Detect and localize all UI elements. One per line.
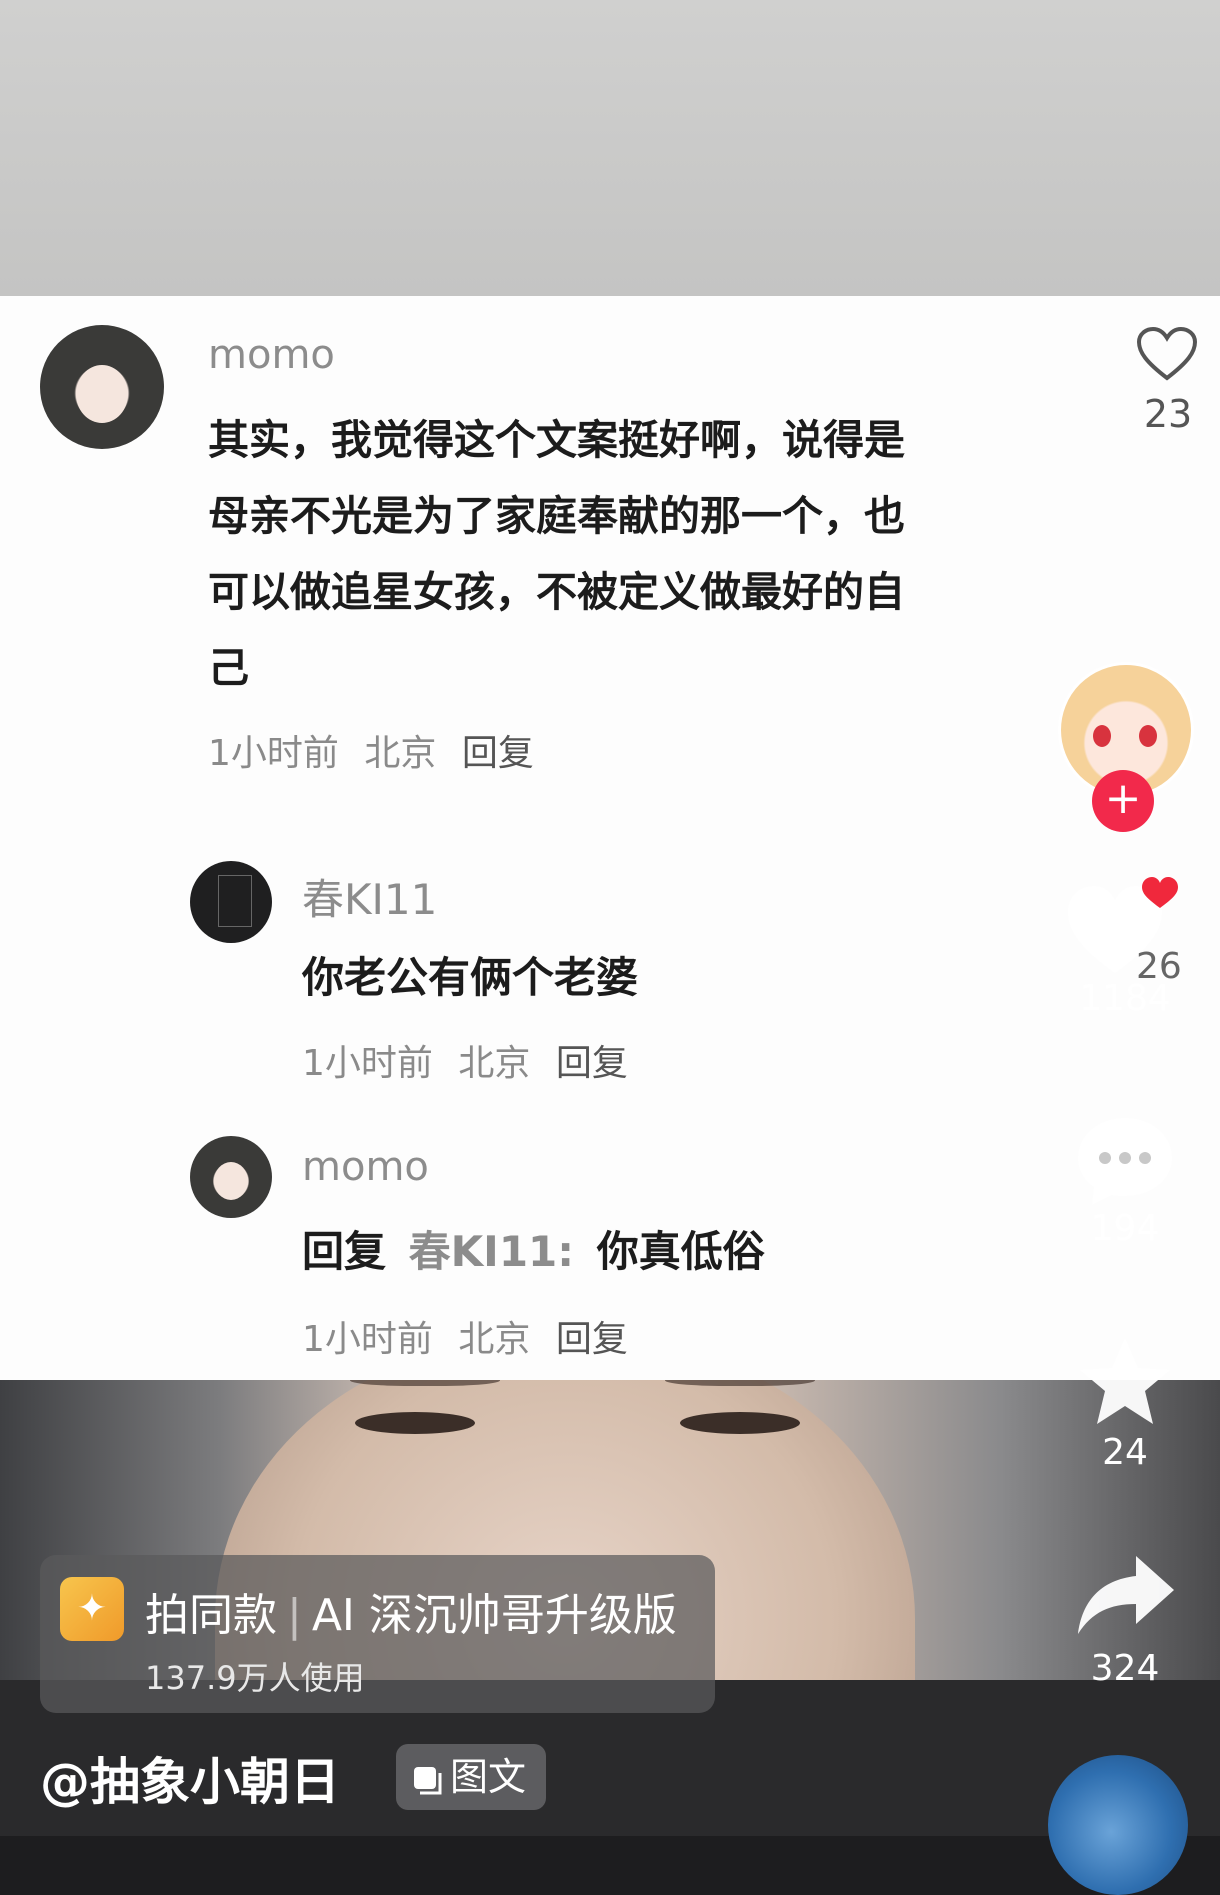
reply-location: 北京 [458,1319,531,1360]
comment-time: 1小时前 [208,733,339,774]
comment-like-button[interactable]: 23 [1136,326,1200,436]
reply-button[interactable]: 回复 [556,1319,628,1360]
avatar[interactable] [40,325,164,449]
comment-text-line: 己 [208,644,249,692]
reply-prefix: 回复 [302,1227,387,1276]
reply-location: 北京 [458,1043,531,1084]
chip-usage: 137.9万人使用 [145,1659,365,1697]
share-arrow-icon [1078,1556,1174,1634]
like-count-overlap: 26 [1136,946,1182,987]
reply-time: 1小时前 [302,1043,433,1084]
comment-text-line: 其实，我觉得这个文案挺好啊，说得是 [208,416,905,464]
comment-text-line: 母亲不光是为了家庭奉献的那一个，也 [208,492,905,540]
left-eye [355,1412,475,1434]
author-handle[interactable]: @抽象小朝日 [40,1742,340,1814]
comment-screenshot-card: momo 其实，我觉得这个文案挺好啊，说得是 母亲不光是为了家庭奉献的那一个，也… [0,296,1220,1380]
avatar[interactable] [190,861,272,943]
star-icon [1080,1338,1170,1424]
reply-username[interactable]: momo [302,1144,429,1190]
comment-text-line: 可以做追星女孩，不被定义做最好的自 [208,568,905,616]
reply-meta: 1小时前 北京 回复 [302,1034,628,1086]
comment-like-count: 23 [1143,392,1193,436]
post-type-tag: 图文 [396,1744,546,1810]
sparkle-icon: ✦ [60,1577,124,1641]
image-text-icon [414,1766,442,1794]
favorite-button[interactable]: 24 [1060,1332,1190,1473]
like-button[interactable]: 26 1184 [1060,868,1190,1019]
reply-text: 回复 春KI11: 你真低俗 [302,1218,765,1279]
chip-title-row: 拍同款 | AI 深沉帅哥升级版 [145,1579,677,1643]
reply-content: 你真低俗 [596,1227,765,1276]
reply-meta: 1小时前 北京 回复 [302,1310,628,1362]
effect-template-chip[interactable]: ✦ 拍同款 | AI 深沉帅哥升级版 137.9万人使用 [40,1555,715,1713]
comment-button[interactable]: 194 [1060,1110,1190,1249]
reply-to-user[interactable]: 春KI11: [409,1227,574,1276]
favorite-count: 24 [1102,1432,1148,1473]
post-type-label: 图文 [450,1755,527,1799]
share-button[interactable]: 324 [1060,1550,1190,1689]
comment-meta: 1小时前 北京 回复 [208,724,534,776]
video-top-band [0,0,1220,296]
heart-outline-icon [1136,326,1198,381]
comment-bubble-icon [1078,1118,1172,1205]
follow-button[interactable]: + [1092,770,1154,832]
reply-button[interactable]: 回复 [462,733,534,774]
creator-avatar-button[interactable]: + [1058,662,1194,832]
right-eye [680,1412,800,1434]
comment-count: 194 [1090,1208,1160,1249]
avatar[interactable] [190,1136,272,1218]
plus-icon: + [1104,773,1142,824]
reply-time: 1小时前 [302,1319,433,1360]
comment-username[interactable]: momo [208,332,335,378]
chip-action-label: 拍同款 [145,1590,277,1641]
comment-location: 北京 [364,733,437,774]
chip-separator: | [287,1590,302,1641]
reply-text: 你老公有俩个老婆 [302,953,639,1002]
reply-button[interactable]: 回复 [556,1043,628,1084]
chip-effect-name: AI 深沉帅哥升级版 [311,1590,677,1641]
music-disc[interactable] [1048,1755,1188,1895]
share-count: 324 [1090,1648,1160,1689]
reply-username[interactable]: 春KI11 [302,866,437,927]
